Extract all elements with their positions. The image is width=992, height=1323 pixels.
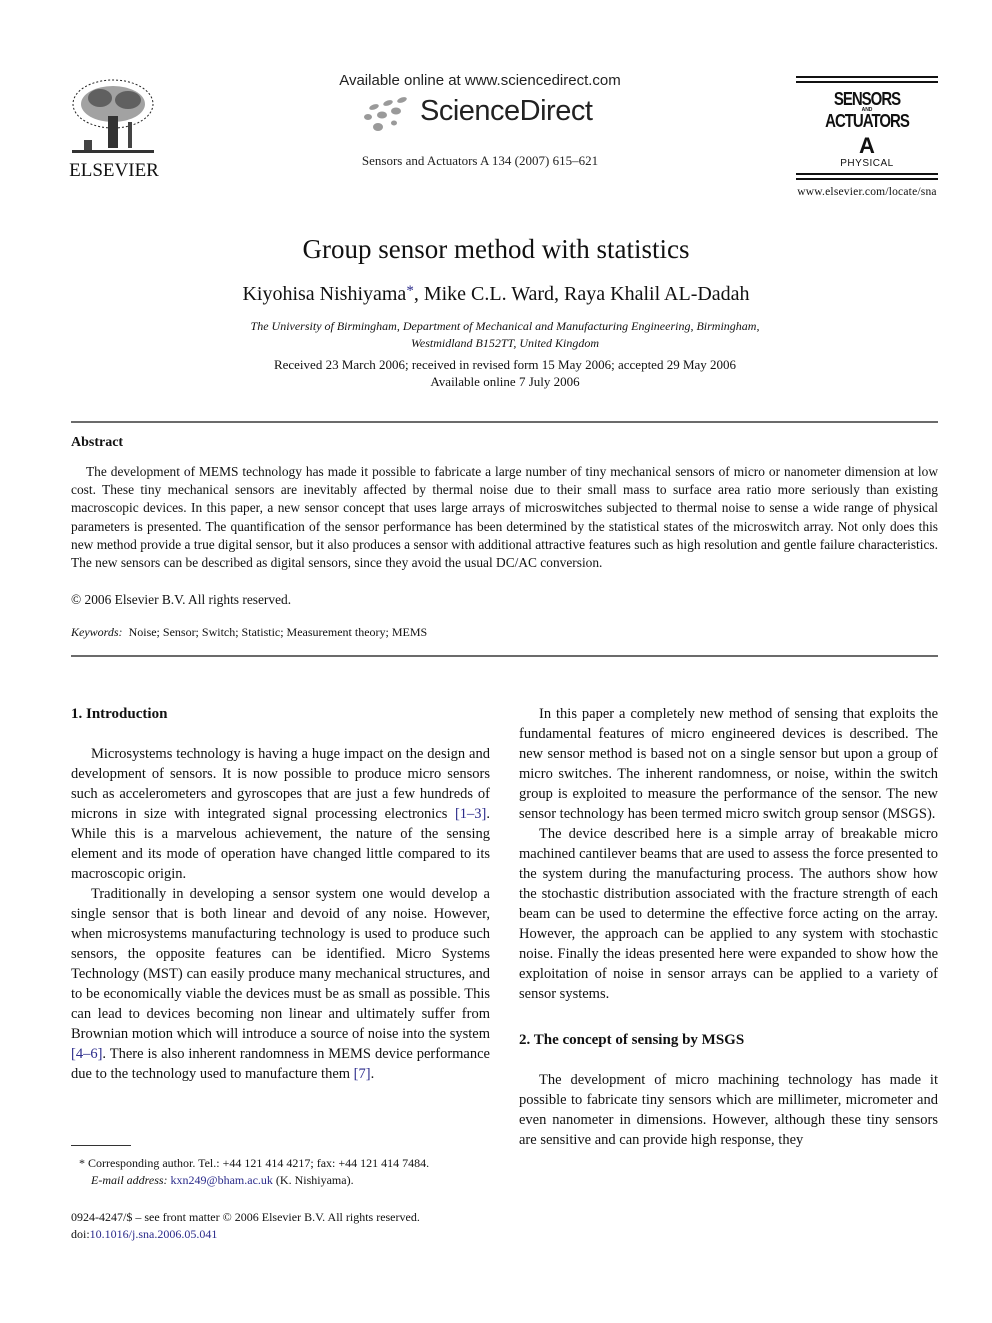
journal-logo-rule <box>796 76 938 78</box>
keywords: Keywords: Noise; Sensor; Switch; Statisti… <box>71 625 427 640</box>
front-matter: 0924-4247/$ – see front matter © 2006 El… <box>71 1209 491 1243</box>
available-online-text[interactable]: Available online at www.sciencedirect.co… <box>330 72 630 89</box>
paragraph-text: . <box>370 1066 375 1082</box>
affiliation-line: The University of Birmingham, Department… <box>250 319 760 333</box>
corresponding-author-mark[interactable]: * <box>406 283 414 299</box>
author-name: Raya Khalil AL-Dadah <box>564 283 750 305</box>
journal-logo-section: PHYSICAL <box>840 158 894 169</box>
section-heading-concept: 2. The concept of sensing by MSGS <box>519 1032 745 1048</box>
online-date: Available online 7 July 2006 <box>430 374 580 389</box>
email-label: E-mail address: <box>91 1173 168 1187</box>
doi-label: doi: <box>71 1227 90 1241</box>
footnote-mark: * <box>79 1156 85 1170</box>
right-column: In this paper a completely new method of… <box>519 704 938 1150</box>
author-separator: , <box>413 283 424 305</box>
issn-line: 0924-4247/$ – see front matter © 2006 El… <box>71 1210 420 1224</box>
sciencedirect-logo: ScienceDirect <box>330 93 630 139</box>
author-name: Kiyohisa Nishiyama <box>242 283 407 305</box>
footnote: * Corresponding author. Tel.: +44 121 41… <box>71 1155 491 1189</box>
abstract-body: The development of MEMS technology has m… <box>71 463 938 572</box>
elsevier-tree-icon <box>72 79 154 153</box>
email-owner: (K. Nishiyama). <box>275 1173 354 1187</box>
keywords-label: Keywords: <box>71 625 123 639</box>
paper-title: Group sensor method with statistics <box>302 234 690 264</box>
journal-logo-sensors: SENSORS <box>833 89 901 110</box>
keywords-list: Noise; Sensor; Switch; Statistic; Measur… <box>128 625 428 639</box>
abstract-heading: Abstract <box>71 435 124 450</box>
author-separator: , <box>554 283 565 305</box>
paragraph-text: Microsystems technology is having a huge… <box>71 746 490 822</box>
received-dates: Received 23 March 2006; received in revi… <box>273 357 737 372</box>
citation-link[interactable]: [1–3] <box>455 806 486 822</box>
journal-logo-actuators: ACTUATORS <box>825 111 910 132</box>
email-link[interactable]: kxn249@bham.ac.uk <box>171 1173 273 1187</box>
paragraph: Microsystems technology is having a huge… <box>71 744 490 884</box>
paragraph: In this paper a completely new method of… <box>519 706 938 822</box>
journal-reference: Sensors and Actuators A 134 (2007) 615–6… <box>361 153 599 168</box>
footnote-contact: Corresponding author. Tel.: +44 121 414 … <box>88 1156 430 1170</box>
journal-logo: SENSORS AND ACTUATORS A PHYSICAL www.els… <box>796 76 938 198</box>
paragraph: The development of micro machining techn… <box>519 1072 938 1148</box>
journal-url[interactable]: www.elsevier.com/locate/sna <box>796 186 938 198</box>
citation-link[interactable]: [4–6] <box>71 1046 102 1062</box>
affiliation-line: Westmidland B152TT, United Kingdom <box>410 336 599 350</box>
paragraph-text: . There is also inherent randomness in M… <box>71 1046 490 1082</box>
sciencedirect-block: Available online at www.sciencedirect.co… <box>330 72 630 169</box>
journal-logo-letter: A <box>859 133 875 158</box>
paragraph: The device described here is a simple ar… <box>519 826 938 1002</box>
journal-logo-rule <box>796 178 938 180</box>
author-list: Kiyohisa Nishiyama*, Mike C.L. Ward, Ray… <box>0 283 992 306</box>
paragraph: Traditionally in developing a sensor sys… <box>71 884 490 1084</box>
abstract-text: The development of MEMS technology has m… <box>71 464 938 571</box>
divider-rule <box>71 421 938 423</box>
sciencedirect-dots-icon <box>364 97 407 131</box>
publisher-name: ELSEVIER <box>69 160 159 181</box>
article-dates: Received 23 March 2006; received in revi… <box>0 356 992 390</box>
left-column: 1. Introduction Microsystems technology … <box>71 704 490 1084</box>
section-heading-introduction: 1. Introduction <box>71 706 168 722</box>
paragraph-text: Traditionally in developing a sensor sys… <box>71 886 490 1042</box>
divider-rule <box>71 655 938 657</box>
journal-logo-rule <box>796 173 938 175</box>
footnote-rule <box>71 1145 131 1146</box>
author-name: Mike C.L. Ward <box>423 283 555 305</box>
sciencedirect-wordmark: ScienceDirect <box>420 95 593 127</box>
affiliation: The University of Birmingham, Department… <box>0 318 992 352</box>
doi-link[interactable]: 10.1016/j.sna.2006.05.041 <box>90 1227 218 1241</box>
elsevier-logo: ELSEVIER <box>68 76 160 181</box>
abstract-copyright: © 2006 Elsevier B.V. All rights reserved… <box>71 592 292 607</box>
journal-logo-rule <box>796 81 938 83</box>
citation-link[interactable]: [7] <box>354 1066 371 1082</box>
